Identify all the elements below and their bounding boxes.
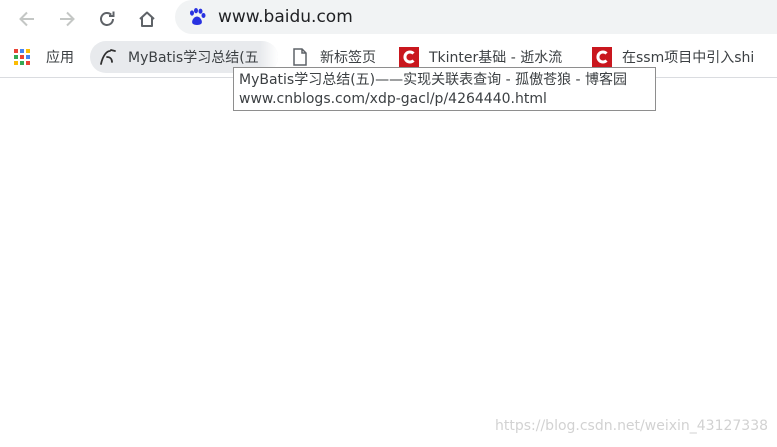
reload-icon[interactable] bbox=[94, 6, 120, 32]
bookmark-label: 新标签页 bbox=[320, 50, 376, 66]
back-arrow-icon[interactable] bbox=[14, 6, 40, 32]
watermark: https://blog.csdn.net/weixin_43127338 bbox=[495, 418, 769, 434]
bookmark-tooltip: MyBatis学习总结(五)——实现关联表查询 - 孤傲苍狼 - 博客园 www… bbox=[233, 67, 656, 111]
tooltip-url: www.cnblogs.com/xdp-gacl/p/4264440.html bbox=[239, 91, 547, 107]
baidu-paw-icon bbox=[187, 7, 207, 27]
page-icon bbox=[290, 47, 310, 67]
cnblogs-icon bbox=[98, 47, 118, 67]
forward-arrow-icon[interactable] bbox=[54, 6, 80, 32]
tooltip-title: MyBatis学习总结(五)——实现关联表查询 - 孤傲苍狼 - 博客园 bbox=[239, 72, 628, 88]
url-text: www.baidu.com bbox=[218, 7, 353, 27]
bookmark-label: Tkinter基础 - 逝水流 bbox=[429, 50, 563, 66]
home-icon[interactable] bbox=[134, 6, 160, 32]
bookmark-label: 应用 bbox=[46, 50, 74, 66]
address-bar[interactable]: www.baidu.com bbox=[175, 0, 777, 34]
browser-toolbar: www.baidu.com bbox=[0, 0, 777, 38]
bookmark-label: 在ssm项目中引入shi bbox=[622, 50, 755, 66]
bookmark-label: MyBatis学习总结(五 bbox=[128, 50, 259, 66]
csdn-icon bbox=[399, 47, 419, 67]
csdn-icon bbox=[592, 47, 612, 67]
apps-grid-icon bbox=[12, 47, 32, 67]
bookmark-apps[interactable]: 应用 bbox=[12, 41, 74, 73]
